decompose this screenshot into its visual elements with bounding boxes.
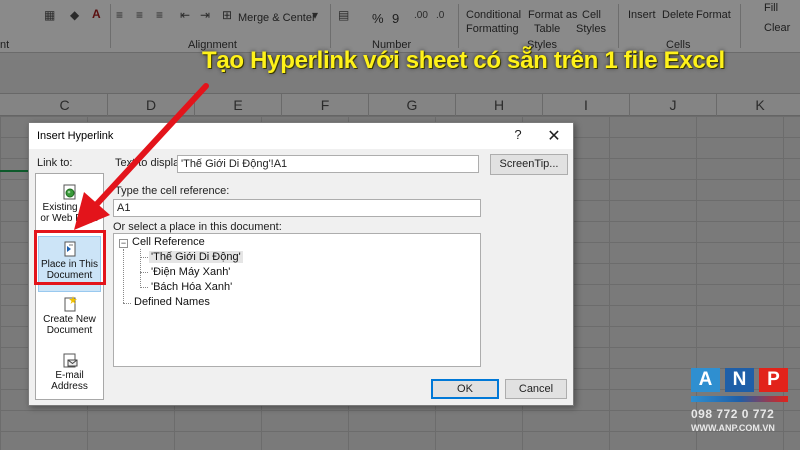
link-create-new-label2: Document xyxy=(46,325,93,336)
link-existing-file[interactable]: Existing File or Web Page xyxy=(38,180,101,236)
ribbon-separator xyxy=(458,4,459,48)
column-header[interactable]: F xyxy=(282,94,369,116)
conditional-formatting-line2[interactable]: Formatting xyxy=(466,23,519,35)
ribbon-separator xyxy=(330,4,331,48)
column-headers: C D E F G H I J K xyxy=(0,94,800,116)
dialog-title: Insert Hyperlink xyxy=(37,130,114,142)
logo-website: WWW.ANP.COM.VN xyxy=(691,423,775,433)
increase-indent-icon[interactable]: ⇥ xyxy=(200,8,210,22)
tree-line xyxy=(123,303,131,304)
dropdown-icon[interactable]: ▾ xyxy=(312,8,318,22)
font-color-icon[interactable]: A xyxy=(92,7,101,21)
decrease-decimal-icon[interactable]: .0 xyxy=(436,10,444,21)
tutorial-title: Tạo Hyperlink với sheet có sẵn trên 1 fi… xyxy=(202,47,725,74)
highlight-box xyxy=(34,230,106,285)
tree-sheet-item[interactable]: 'Bách Hóa Xanh' xyxy=(151,281,232,293)
link-to-panel: Existing File or Web Page Place in This … xyxy=(35,173,104,400)
conditional-formatting-line1[interactable]: Conditional xyxy=(466,9,521,21)
column-header[interactable]: K xyxy=(717,94,800,116)
column-header[interactable]: E xyxy=(195,94,282,116)
new-document-icon xyxy=(64,296,77,312)
tree-sheet-item[interactable]: 'Điện Máy Xanh' xyxy=(151,266,230,278)
logo-stripe xyxy=(691,396,788,402)
column-header[interactable]: I xyxy=(543,94,630,116)
format-as-table-line2[interactable]: Table xyxy=(534,23,560,35)
collapse-icon[interactable]: − xyxy=(119,239,128,248)
selection-border xyxy=(0,170,30,172)
cell-reference-label: Type the cell reference: xyxy=(115,185,230,197)
currency-icon[interactable]: ▤ xyxy=(338,8,349,22)
globe-page-icon xyxy=(63,184,75,200)
link-email-address[interactable]: E-mail Address xyxy=(38,348,101,404)
align-left-icon[interactable]: ≡ xyxy=(116,8,123,22)
column-header[interactable]: D xyxy=(108,94,195,116)
ok-button[interactable]: OK xyxy=(431,379,499,399)
font-group-label: nt xyxy=(0,39,10,51)
column-header[interactable]: C xyxy=(22,94,108,116)
border-icon[interactable]: ▦ xyxy=(44,8,55,22)
column-header[interactable]: H xyxy=(456,94,543,116)
screentip-button[interactable]: ScreenTip... xyxy=(490,154,568,175)
link-create-new-label1: Create New xyxy=(43,314,96,325)
insert-button[interactable]: Insert xyxy=(628,9,656,21)
tree-line xyxy=(140,249,141,288)
logo-phone: 098 772 0 772 xyxy=(691,407,775,421)
link-email-label1: E-mail xyxy=(55,370,84,381)
decrease-indent-icon[interactable]: ⇤ xyxy=(180,8,190,22)
ribbon-separator xyxy=(618,4,619,48)
align-right-icon[interactable]: ≡ xyxy=(156,8,163,22)
percent-button[interactable]: % xyxy=(372,11,384,26)
format-as-table-line1[interactable]: Format as xyxy=(528,9,578,21)
logo-letter: P xyxy=(759,368,788,392)
cell-styles-line2[interactable]: Styles xyxy=(576,23,606,35)
merge-center-button[interactable]: Merge & Center xyxy=(238,12,316,24)
link-existing-file-label1: Existing File xyxy=(42,202,97,213)
cancel-button[interactable]: Cancel xyxy=(505,379,567,399)
link-existing-file-label2: or Web Page xyxy=(40,213,99,224)
text-to-display-input[interactable]: 'Thế Giới Di Động'!A1 xyxy=(177,155,479,173)
ribbon-separator xyxy=(110,4,111,48)
tree-line xyxy=(140,272,148,273)
tree-line xyxy=(140,257,148,258)
tree-line xyxy=(140,287,148,288)
place-in-document-label: Or select a place in this document: xyxy=(113,221,282,233)
fill-button[interactable]: Fill xyxy=(764,2,778,14)
fill-color-icon[interactable]: ◆ xyxy=(70,8,79,22)
ribbon-separator xyxy=(740,4,741,48)
format-button[interactable]: Format xyxy=(696,9,731,21)
dialog-titlebar[interactable]: Insert Hyperlink ? ✕ xyxy=(29,123,573,149)
clear-button[interactable]: Clear xyxy=(764,22,790,34)
logo-letter: N xyxy=(725,368,754,392)
tree-node-defined-names[interactable]: Defined Names xyxy=(134,296,210,308)
merge-icon[interactable]: ⊞ xyxy=(222,8,232,22)
column-header[interactable]: G xyxy=(369,94,456,116)
help-button[interactable]: ? xyxy=(509,127,527,145)
cell-reference-input[interactable]: A1 xyxy=(113,199,481,217)
place-tree[interactable]: − Cell Reference 'Thế Giới Di Động' 'Điệ… xyxy=(113,233,481,367)
link-to-label: Link to: xyxy=(37,157,73,169)
link-email-label2: Address xyxy=(51,381,88,392)
delete-button[interactable]: Delete xyxy=(662,9,694,21)
email-icon xyxy=(63,353,77,368)
cell-styles-line1[interactable]: Cell xyxy=(582,9,601,21)
insert-hyperlink-dialog: Insert Hyperlink ? ✕ Link to: Existing F… xyxy=(28,122,574,406)
align-center-icon[interactable]: ≡ xyxy=(136,8,143,22)
tree-sheet-item[interactable]: 'Thế Giới Di Động' xyxy=(149,251,243,263)
increase-decimal-icon[interactable]: .00 xyxy=(414,10,428,21)
excel-ribbon: ▦ ◆ A ≡ ≡ ≡ ⇤ ⇥ ⊞ Merge & Center ▾ ▤ % 9… xyxy=(0,0,800,52)
tree-line xyxy=(123,249,124,303)
close-button[interactable]: ✕ xyxy=(543,126,565,146)
column-header[interactable]: J xyxy=(630,94,717,116)
anp-logo: A N P 098 772 0 772 WWW.ANP.COM.VN xyxy=(688,368,798,444)
logo-letter: A xyxy=(691,368,720,392)
comma-button[interactable]: 9 xyxy=(392,11,399,26)
tree-node-cell-reference[interactable]: Cell Reference xyxy=(132,236,205,248)
link-create-new-document[interactable]: Create New Document xyxy=(38,292,101,348)
